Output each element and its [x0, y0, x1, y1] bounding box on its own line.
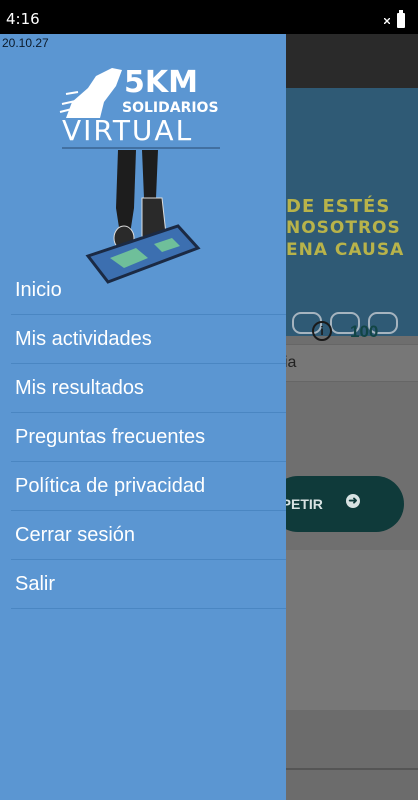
menu-item-politica-privacidad[interactable]: Política de privacidad: [0, 462, 286, 511]
menu-item-inicio[interactable]: Inicio: [0, 266, 286, 315]
participants-count: 100: [350, 322, 379, 341]
sponsor-logos: [292, 312, 406, 339]
app-logo: 5KM SOLIDARIOS VIRTUAL: [59, 65, 220, 284]
info-circle-icon[interactable]: i: [312, 321, 332, 341]
battery-icon: [397, 10, 405, 28]
menu-item-label: Mis actividades: [15, 328, 152, 350]
menu-item-mis-resultados[interactable]: Mis resultados: [0, 364, 286, 413]
menu-item-label: Salir: [15, 573, 56, 595]
menu-item-label: Mis resultados: [15, 377, 144, 399]
status-time: 4:16: [6, 10, 40, 28]
notification-x-icon: [384, 18, 390, 24]
menu-item-cerrar-sesion[interactable]: Cerrar sesión: [0, 511, 286, 560]
version-timestamp: 20.10.27: [2, 36, 49, 50]
logo-title: 5KM: [124, 65, 198, 100]
drawer-menu: Inicio Mis actividades Mis resultados Pr…: [0, 266, 286, 609]
arrow-right-circle-icon: ➜: [346, 494, 360, 508]
menu-item-label: Cerrar sesión: [15, 524, 136, 546]
menu-item-label: Preguntas frecuentes: [15, 426, 206, 448]
divider: [11, 608, 286, 609]
banner-line: NOSOTROS: [286, 218, 401, 238]
compete-button[interactable]: MPETIR ➜: [270, 476, 404, 532]
logo-virtual: VIRTUAL: [62, 114, 193, 147]
menu-item-preguntas-frecuentes[interactable]: Preguntas frecuentes: [0, 413, 286, 462]
menu-item-label: Inicio: [15, 279, 62, 301]
menu-item-salir[interactable]: Salir: [0, 560, 286, 609]
menu-item-mis-actividades[interactable]: Mis actividades: [0, 315, 286, 364]
banner-line: ENA CAUSA: [286, 240, 405, 260]
navigation-drawer[interactable]: 20.10.27 5KM SOLIDARIOS VIRTUAL Inicio M…: [0, 34, 286, 800]
status-bar: 4:16: [0, 0, 418, 34]
banner-line: DE ESTÉS: [286, 196, 391, 217]
menu-item-label: Política de privacidad: [15, 475, 206, 497]
